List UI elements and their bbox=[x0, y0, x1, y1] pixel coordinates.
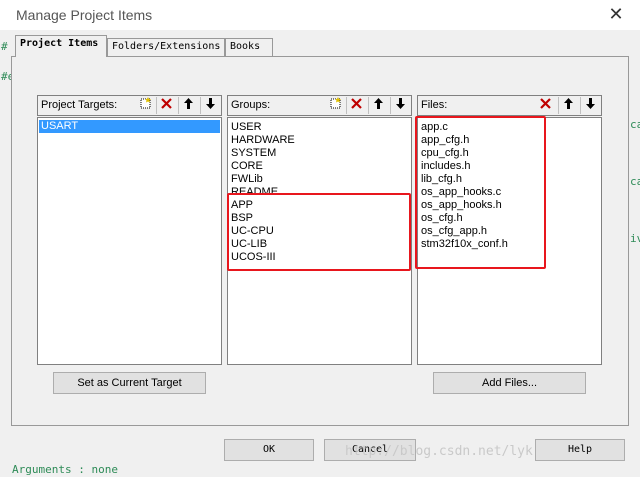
bg-code-fragment: # bbox=[1, 40, 8, 53]
move-up-icon[interactable] bbox=[178, 97, 197, 114]
list-item[interactable]: UC-CPU bbox=[231, 225, 274, 238]
bg-code-fragment: Arguments : none bbox=[12, 463, 118, 476]
tab-books[interactable]: Books bbox=[225, 38, 273, 56]
files-header: Files: bbox=[417, 95, 602, 116]
list-item[interactable]: APP bbox=[231, 199, 253, 212]
list-item[interactable]: stm32f10x_conf.h bbox=[421, 238, 508, 251]
new-group-icon[interactable] bbox=[326, 97, 344, 114]
bg-code-fragment: ca bbox=[630, 175, 640, 188]
list-item[interactable]: BSP bbox=[231, 212, 253, 225]
list-item[interactable]: app.c bbox=[421, 121, 448, 134]
move-down-icon[interactable] bbox=[200, 97, 219, 114]
list-item[interactable]: UCOS-III bbox=[231, 251, 276, 264]
tab-project-items[interactable]: Project Items bbox=[15, 35, 107, 57]
list-item[interactable]: app_cfg.h bbox=[421, 134, 469, 147]
bg-code-fragment: ca bbox=[630, 118, 640, 131]
targets-header: Project Targets: bbox=[37, 95, 222, 116]
move-up-icon[interactable] bbox=[558, 97, 577, 114]
list-item[interactable]: UC-LIB bbox=[231, 238, 267, 251]
list-item[interactable]: includes.h bbox=[421, 160, 471, 173]
files-list[interactable]: app.c app_cfg.h cpu_cfg.h includes.h lib… bbox=[417, 117, 602, 365]
list-item[interactable]: HARDWARE bbox=[231, 134, 295, 147]
ok-button[interactable]: OK bbox=[224, 439, 314, 461]
set-current-target-button[interactable]: Set as Current Target bbox=[53, 372, 206, 394]
list-item[interactable]: os_cfg_app.h bbox=[421, 225, 487, 238]
targets-label: Project Targets: bbox=[41, 99, 118, 111]
groups-label: Groups: bbox=[231, 99, 271, 111]
list-item[interactable]: lib_cfg.h bbox=[421, 173, 462, 186]
add-files-button[interactable]: Add Files... bbox=[433, 372, 586, 394]
list-item[interactable]: FWLib bbox=[231, 173, 263, 186]
move-down-icon[interactable] bbox=[580, 97, 599, 114]
list-item[interactable]: SYSTEM bbox=[231, 147, 276, 160]
list-item[interactable]: os_cfg.h bbox=[421, 212, 463, 225]
move-down-icon[interactable] bbox=[390, 97, 409, 114]
new-target-icon[interactable] bbox=[136, 97, 154, 114]
cancel-button[interactable]: Cancel bbox=[324, 439, 416, 461]
files-label: Files: bbox=[421, 99, 448, 111]
delete-icon[interactable] bbox=[536, 97, 554, 114]
move-up-icon[interactable] bbox=[368, 97, 387, 114]
targets-list[interactable]: USART bbox=[37, 117, 222, 365]
title-bar: Manage Project Items ✕ bbox=[0, 0, 640, 30]
groups-header: Groups: bbox=[227, 95, 412, 116]
list-item[interactable]: CORE bbox=[231, 160, 263, 173]
list-item-usart[interactable]: USART bbox=[39, 120, 220, 133]
delete-icon[interactable] bbox=[346, 97, 365, 114]
list-item[interactable]: os_app_hooks.h bbox=[421, 199, 502, 212]
help-button[interactable]: Help bbox=[535, 439, 625, 461]
list-item[interactable]: README bbox=[231, 186, 278, 199]
delete-icon[interactable] bbox=[156, 97, 175, 114]
list-item[interactable]: USER bbox=[231, 121, 262, 134]
dialog-title: Manage Project Items bbox=[16, 7, 153, 23]
tab-folders-extensions[interactable]: Folders/Extensions bbox=[107, 38, 225, 56]
manage-project-items-dialog: Manage Project Items ✕ # #e ca ca iv Pro… bbox=[0, 0, 640, 477]
close-icon[interactable]: ✕ bbox=[605, 3, 627, 25]
list-item[interactable]: cpu_cfg.h bbox=[421, 147, 469, 160]
list-item[interactable]: os_app_hooks.c bbox=[421, 186, 501, 199]
groups-list[interactable]: USER HARDWARE SYSTEM CORE FWLib README A… bbox=[227, 117, 412, 365]
bg-code-fragment: iv bbox=[630, 232, 640, 245]
